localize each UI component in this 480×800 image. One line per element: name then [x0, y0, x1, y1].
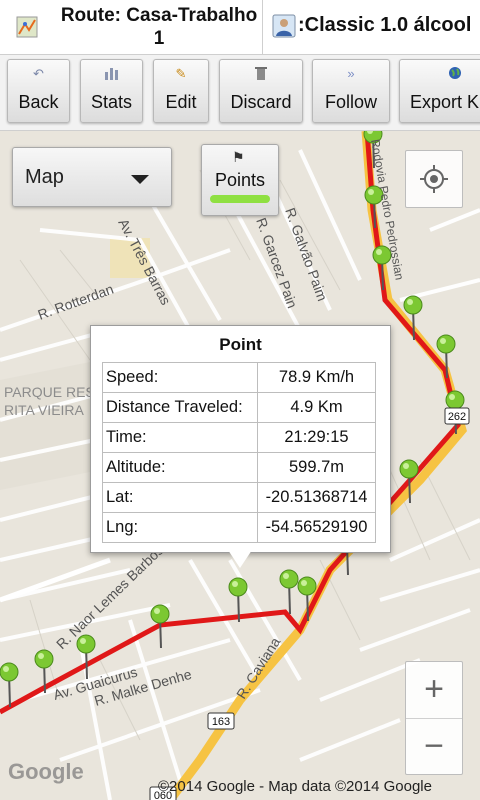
zoom-out-button[interactable]: −	[406, 718, 462, 775]
popup-pointer	[228, 550, 252, 568]
discard-button[interactable]: Discard	[219, 59, 303, 123]
my-location-button[interactable]	[405, 150, 463, 208]
table-row: Time: 21:29:15	[102, 422, 376, 453]
back-button[interactable]: ↶ Back	[7, 59, 70, 123]
lat-value: -20.51368714	[257, 482, 376, 513]
road-shield-163: 163	[207, 712, 235, 730]
flag-icon: ⚑	[232, 149, 245, 165]
road-shield-262: 262	[444, 407, 470, 425]
table-row: Distance Traveled: 4.9 Km	[102, 392, 376, 423]
edit-button-label: Edit	[165, 92, 197, 112]
points-toggle-label: Points	[214, 170, 266, 190]
driver-avatar-icon	[272, 14, 296, 38]
discard-button-label: Discard	[230, 92, 292, 112]
undo-arrow-icon: ↶	[33, 66, 44, 81]
time-value: 21:29:15	[257, 422, 376, 453]
follow-button[interactable]: » Follow	[312, 59, 390, 123]
zoom-in-button[interactable]: +	[406, 662, 462, 718]
stats-button-label: Stats	[90, 92, 133, 112]
export-kml-button[interactable]: Export KML	[399, 59, 480, 123]
map-view[interactable]: 262 163 060 R. Rotterdan Av. Três Barras…	[0, 131, 480, 800]
route-title: Route: Casa-Trabalho 1	[60, 5, 258, 49]
fast-forward-icon: »	[347, 66, 355, 81]
export-kml-button-label: Export KML	[410, 92, 480, 112]
vehicle-title: :Classic 1.0 álcool	[298, 14, 472, 36]
table-row: Altitude: 599.7m	[102, 452, 376, 483]
table-row: Lng: -54.56529190	[102, 512, 376, 543]
points-toggle-indicator	[210, 195, 270, 203]
distance-label: Distance Traveled:	[102, 392, 258, 423]
district-label-line2: RITA VIEIRA	[4, 402, 85, 418]
points-toggle-button[interactable]: ⚑ Points	[201, 144, 279, 216]
lng-label: Lng:	[102, 512, 258, 543]
point-info-popup: Point Speed: 78.9 Km/h Distance Traveled:…	[90, 325, 391, 553]
edit-button[interactable]: ✎ Edit	[153, 59, 209, 123]
globe-icon	[400, 66, 480, 90]
crosshair-icon	[420, 165, 448, 193]
point-info-table: Speed: 78.9 Km/h Distance Traveled: 4.9 Km…	[102, 362, 376, 543]
route-map-icon	[16, 16, 38, 38]
altitude-label: Altitude:	[102, 452, 258, 483]
speed-label: Speed:	[102, 362, 258, 393]
district-label-line1: PARQUE RES	[4, 384, 95, 400]
trash-icon	[220, 66, 302, 90]
lat-label: Lat:	[102, 482, 258, 513]
chevron-down-icon	[131, 175, 149, 184]
pencil-icon: ✎	[175, 66, 187, 81]
time-label: Time:	[102, 422, 258, 453]
distance-value: 4.9 Km	[257, 392, 376, 423]
follow-button-label: Follow	[324, 92, 377, 112]
map-attribution: ©2014 Google - Map data ©2014 Google	[158, 778, 432, 795]
title-bar: Route: Casa-Trabalho 1 :Classic 1.0 álco…	[0, 0, 480, 55]
stats-button[interactable]: Stats	[80, 59, 143, 123]
popup-title: Point	[219, 335, 262, 354]
back-button-label: Back	[18, 92, 59, 112]
shield-163-label: 163	[212, 716, 230, 728]
map-type-dropdown[interactable]: Map	[12, 147, 172, 207]
table-row: Speed: 78.9 Km/h	[102, 362, 376, 393]
google-logo: Google	[8, 759, 84, 784]
altitude-value: 599.7m	[257, 452, 376, 483]
zoom-controls: + −	[405, 661, 463, 775]
table-row: Lat: -20.51368714	[102, 482, 376, 513]
bar-chart-icon	[81, 66, 142, 90]
action-toolbar: ↶ Back Stats ✎ Edit Discard » Follow Exp…	[0, 55, 480, 131]
route-title-section: Route: Casa-Trabalho 1	[0, 0, 263, 54]
lng-value: -54.56529190	[257, 512, 376, 543]
speed-value: 78.9 Km/h	[257, 362, 376, 393]
shield-262-label: 262	[448, 411, 466, 423]
map-type-value: Map	[25, 166, 64, 188]
